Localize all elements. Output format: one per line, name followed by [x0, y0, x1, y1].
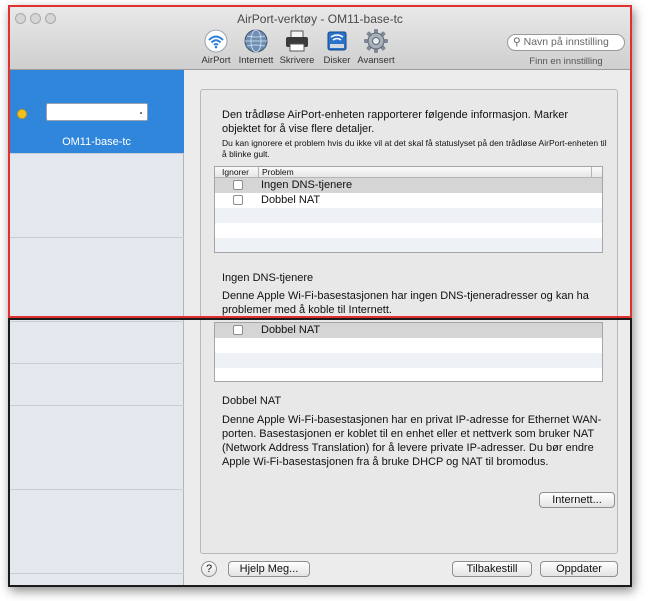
help-icon[interactable]: ? — [201, 561, 217, 577]
table-header: Ignorer Problem — [215, 167, 602, 178]
ignore-checkbox[interactable] — [233, 325, 243, 335]
column-header-problem[interactable]: Problem — [262, 167, 294, 177]
table-row[interactable]: Dobbel NAT — [215, 193, 602, 208]
table-row[interactable]: Ingen DNS-tjenere — [215, 178, 602, 193]
table-empty-row — [215, 368, 602, 381]
toolbar-printers-label: Skrivere — [279, 55, 315, 66]
sidebar-empty-row — [9, 364, 184, 406]
help-me-button[interactable]: Hjelp Meg... — [228, 561, 310, 577]
device-sidebar: OM11-base-tc — [9, 70, 184, 586]
toolbar-printers[interactable]: Skrivere — [275, 28, 319, 66]
disk-icon — [323, 28, 351, 54]
problem-table-continued: Dobbel NAT — [214, 322, 603, 382]
globe-icon — [242, 28, 270, 54]
problem-label: Dobbel NAT — [261, 194, 321, 206]
search-hint: Finn en innstilling — [529, 56, 603, 67]
ignore-checkbox[interactable] — [233, 195, 243, 205]
toolbar-airport-label: AirPort — [201, 55, 231, 66]
problem-table: Ignorer Problem Ingen DNS-tjenere Dobbel… — [214, 166, 603, 253]
toolbar-disks-label: Disker — [323, 55, 351, 66]
status-light-icon — [17, 109, 27, 119]
sidebar-empty-row — [9, 406, 184, 490]
toolbar: AirPort-verktøy - OM11-base-tc AirPort I… — [9, 6, 631, 70]
table-row[interactable]: Dobbel NAT — [215, 323, 602, 338]
base-station-icon — [46, 103, 148, 121]
column-header-ignore[interactable]: Ignorer — [222, 167, 249, 177]
ignore-checkbox[interactable] — [233, 180, 243, 190]
sidebar-empty-row — [9, 238, 184, 322]
dns-section-title: Ingen DNS-tjenere — [222, 272, 314, 284]
toolbar-advanced-label: Avansert — [357, 55, 395, 66]
nat-section-title: Dobbel NAT — [222, 395, 282, 407]
table-empty-row — [215, 238, 602, 252]
table-empty-row — [215, 223, 602, 238]
window-title: AirPort-verktøy - OM11-base-tc — [237, 12, 403, 26]
sidebar-empty-row — [9, 490, 184, 574]
table-empty-row — [215, 208, 602, 223]
internet-button[interactable]: Internett... — [539, 492, 615, 508]
toolbar-airport[interactable]: AirPort — [194, 28, 238, 66]
toolbar-internet[interactable]: Internett — [234, 28, 278, 66]
sidebar-empty-row — [9, 322, 184, 364]
airport-utility-window: AirPort-verktøy - OM11-base-tc AirPort I… — [8, 5, 632, 587]
intro-text: Den trådløse AirPort-enheten rapporterer… — [222, 109, 569, 135]
toolbar-advanced[interactable]: Avansert — [354, 28, 398, 66]
printer-icon — [283, 28, 311, 54]
sidebar-device-om11-base-tc[interactable]: OM11-base-tc — [9, 70, 184, 154]
problem-label: Dobbel NAT — [261, 324, 321, 336]
problem-label: Ingen DNS-tjenere — [261, 179, 353, 191]
gear-icon — [362, 28, 390, 54]
device-name: OM11-base-tc — [62, 136, 131, 148]
wifi-icon — [202, 28, 230, 54]
sidebar-empty-row — [9, 154, 184, 238]
intro-small-text: Du kan ignorere et problem hvis du ikke … — [222, 138, 607, 159]
update-button[interactable]: Oppdater — [540, 561, 618, 577]
table-empty-row — [215, 338, 602, 353]
toolbar-internet-label: Internett — [238, 55, 274, 66]
search-icon: ⚲ — [513, 36, 521, 48]
status-panel: Den trådløse AirPort-enheten rapporterer… — [200, 89, 618, 554]
toolbar-disks[interactable]: Disker — [315, 28, 359, 66]
search-field[interactable]: ⚲ Navn på innstilling — [507, 34, 625, 51]
dns-section-body: Denne Apple Wi-Fi-basestasjonen har inge… — [222, 290, 589, 316]
reset-button[interactable]: Tilbakestill — [452, 561, 532, 577]
table-empty-row — [215, 353, 602, 368]
nat-section-body: Denne Apple Wi-Fi-basestasjonen har en p… — [222, 414, 602, 468]
search-placeholder: Navn på innstilling — [523, 36, 609, 48]
